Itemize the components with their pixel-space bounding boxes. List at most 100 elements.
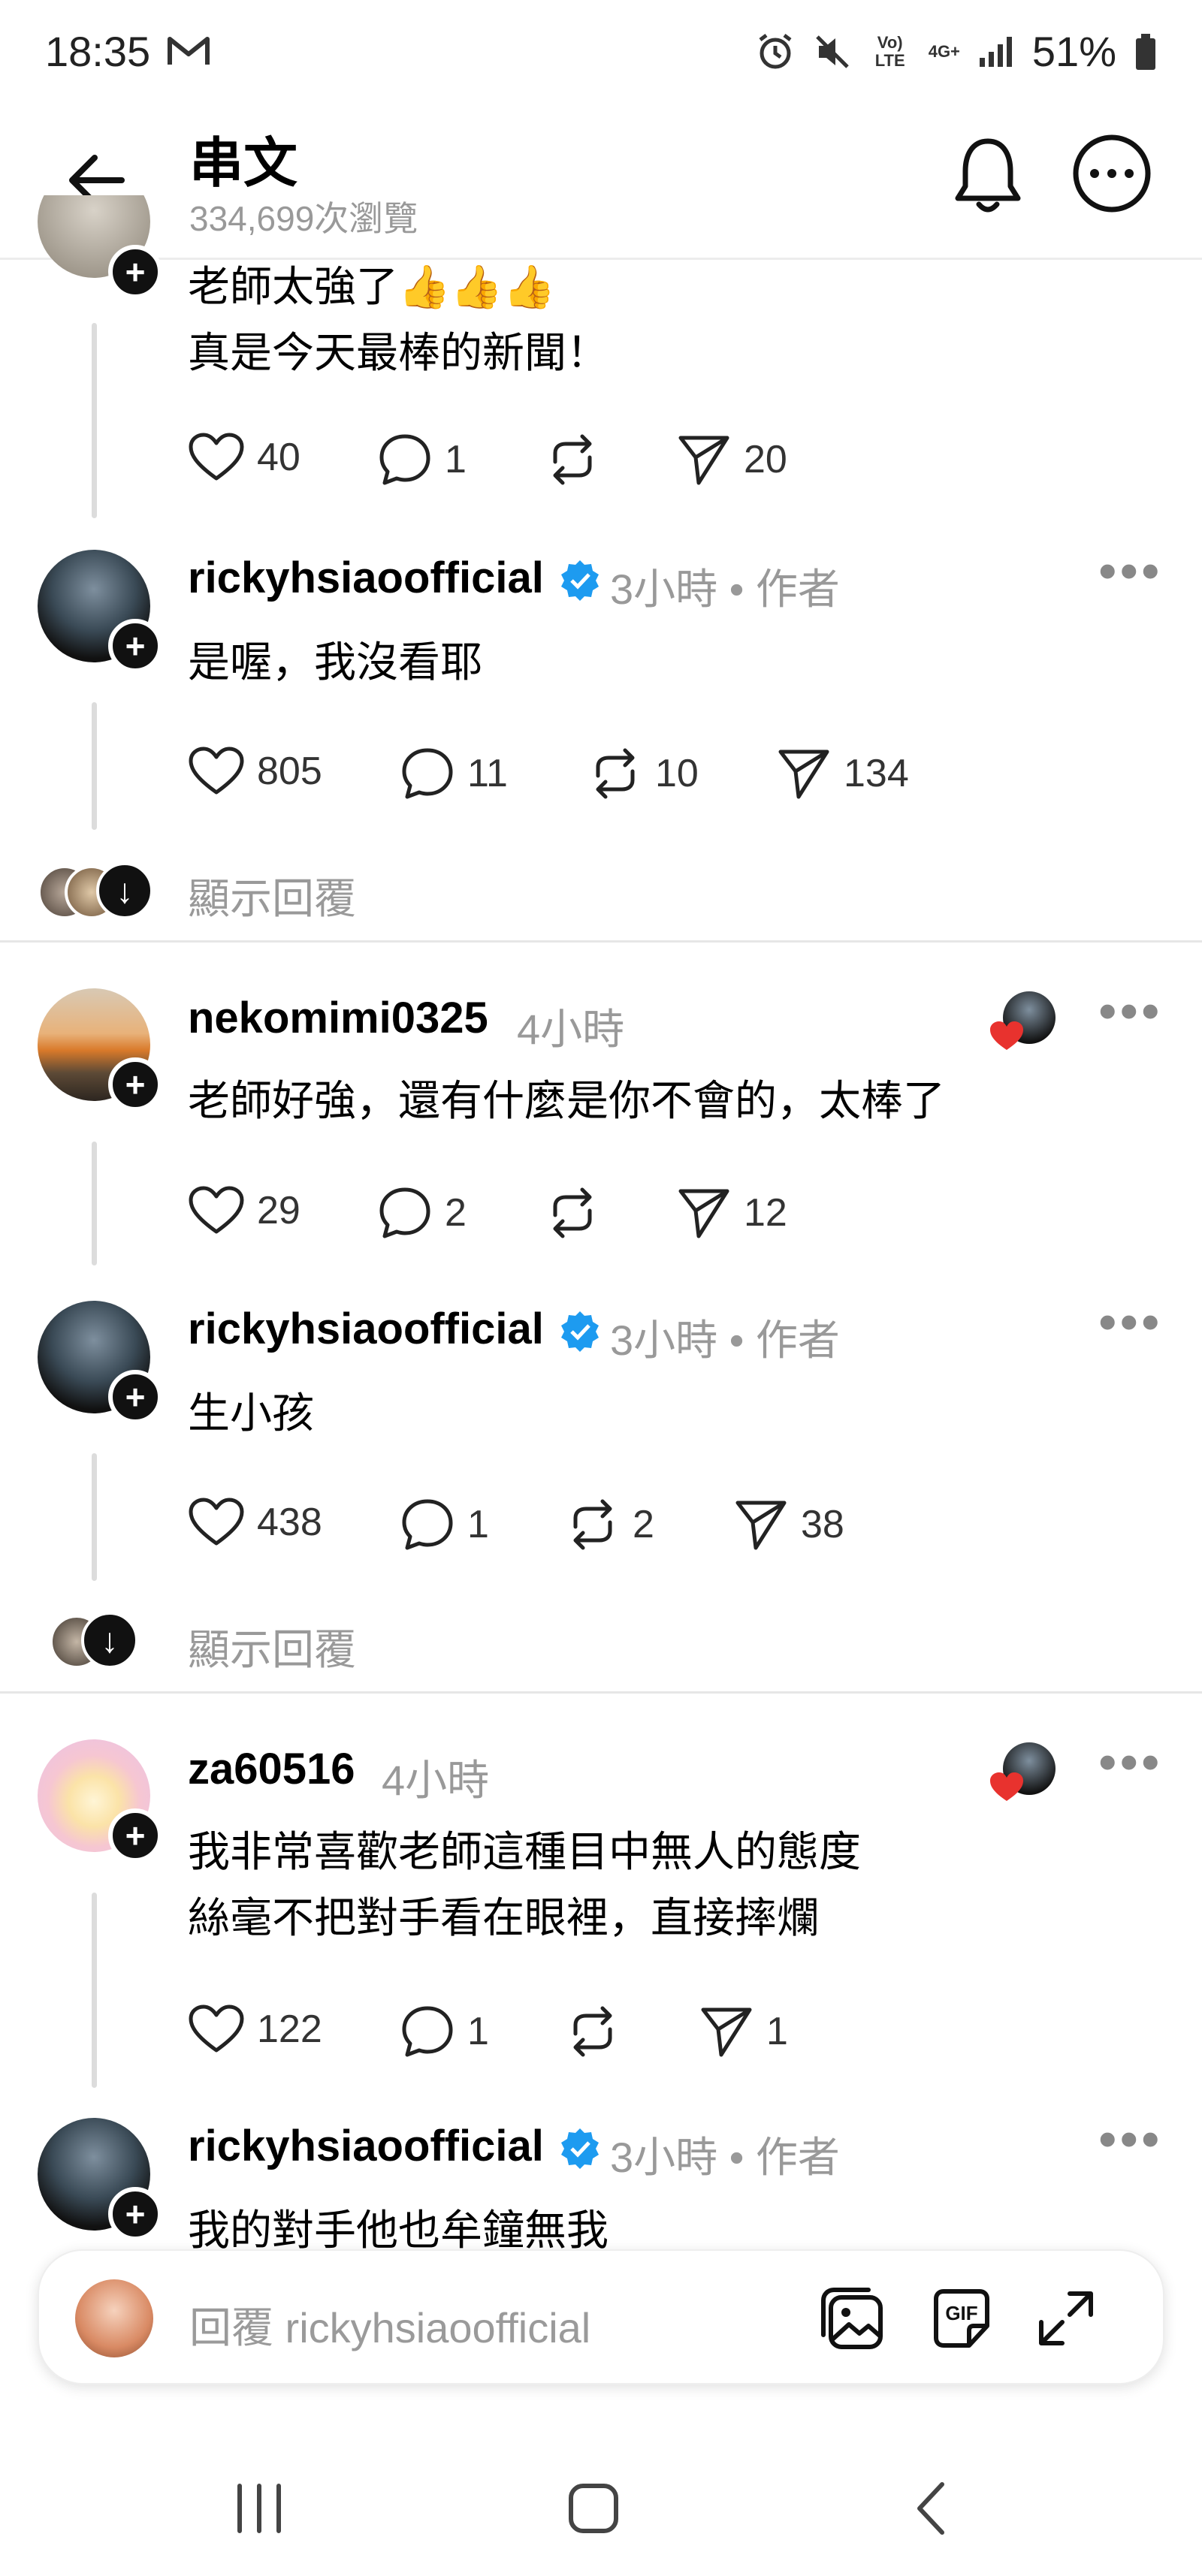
like-button[interactable]: 438 [188,1497,322,1548]
repost-button[interactable] [565,2004,621,2059]
comment-more-icon[interactable]: ••• [1098,981,1163,1041]
show-replies-link[interactable]: 顯示回覆 [188,865,356,926]
expand-down-icon: ↓ [96,862,153,919]
like-button[interactable]: 29 [188,1185,300,1236]
like-button[interactable]: 122 [188,2004,322,2055]
comment-more-icon[interactable]: ••• [1098,1292,1163,1352]
show-replies-link[interactable]: 顯示回覆 [188,1616,356,1677]
comment-separator [0,940,1202,943]
battery-percent: 51% [1031,28,1116,75]
repost-button[interactable] [545,1185,600,1241]
reply-composer[interactable]: 回覆 rickyhsiaoofficial GIF [38,2249,1164,2384]
header-divider [0,258,1202,260]
recent-apps-icon[interactable] [229,2478,289,2538]
comment-more-icon[interactable]: ••• [1098,541,1163,601]
comment-more-icon[interactable]: ••• [1098,1732,1163,1792]
reply-button[interactable]: 1 [400,1497,489,1552]
comment-text: 老師好強，還有什麼是你不會的，太棒了 [188,1077,945,1124]
reply-avatars[interactable]: ↓ [50,1612,147,1669]
follow-plus-icon[interactable]: + [108,1057,162,1112]
comment-separator [0,1691,1202,1694]
comment-more-icon[interactable]: ••• [1098,2109,1163,2169]
expand-icon[interactable] [1032,2285,1100,2352]
share-count: 12 [744,1191,787,1235]
comment-username[interactable]: rickyhsiaoofficial [188,553,544,603]
follow-plus-icon[interactable]: + [108,2187,162,2241]
comment-bubble-icon [379,1187,430,1238]
comment-username[interactable]: nekomimi0325 [188,993,488,1043]
home-icon[interactable] [563,2478,624,2538]
status-bar: 18:35 Vo) LTE 4G+ 51% [0,0,1202,105]
verified-badge-icon [561,560,599,601]
reply-button[interactable]: 1 [377,432,467,487]
reply-count: 1 [467,2010,489,2053]
share-button[interactable]: 134 [776,746,909,801]
signal-icon [979,36,1012,67]
repost-icon [553,1187,592,1238]
bell-icon[interactable] [950,132,1025,222]
share-button[interactable]: 38 [733,1497,844,1552]
heart-icon [189,747,244,795]
gif-icon[interactable]: GIF [926,2282,998,2354]
comment-bubble-icon [402,1499,453,1550]
comment-text: 是喔，我沒看耶 [188,638,482,686]
comment-time: 3小時 [610,566,718,613]
share-button[interactable]: 1 [699,2004,788,2059]
repost-icon [553,434,592,485]
send-icon [778,750,829,799]
follow-plus-icon[interactable]: + [108,1808,162,1863]
back-nav-icon[interactable] [903,2478,963,2538]
reply-button[interactable]: 1 [400,2004,489,2059]
view-count: 334,699次瀏覽 [189,199,418,238]
heart-filled-icon [990,1772,1023,1801]
follow-plus-icon[interactable]: + [108,1370,162,1424]
expand-down-icon: ↓ [81,1612,138,1669]
author-tag: • 作者 [729,2134,840,2181]
like-count: 122 [257,2007,322,2051]
like-button[interactable]: 40 [188,432,300,483]
thread-line [92,323,97,518]
reply-input[interactable]: 回覆 rickyhsiaoofficial [189,2294,590,2355]
reply-button[interactable]: 2 [377,1185,467,1241]
comment-username[interactable]: za60516 [188,1744,355,1794]
repost-icon [573,2006,612,2057]
comment-text: 絲毫不把對手看在眼裡，直接摔爛 [188,1894,819,1941]
network-type: 4G+ [928,41,960,61]
like-button[interactable]: 805 [188,746,322,797]
heart-icon [189,433,244,481]
image-gallery-icon[interactable] [816,2282,888,2354]
share-button[interactable]: 20 [676,432,787,487]
comment-text: 我非常喜歡老師這種目中無人的態度 [188,1828,861,1875]
reply-count: 2 [445,1191,467,1235]
volte-indicator: Vo) LTE [874,32,905,70]
reply-avatars[interactable]: ↓ [38,862,158,919]
comment-text: 老師太強了👍👍👍 [188,263,556,310]
svg-text:GIF: GIF [945,2302,977,2324]
reply-count: 1 [445,438,467,481]
share-button[interactable]: 12 [676,1185,787,1241]
comment-bubble-icon [402,2006,453,2057]
thread-line [92,702,97,830]
comment-time: 3小時 [610,2134,718,2181]
share-count: 134 [844,752,909,795]
comment-text: 生小孩 [188,1389,314,1437]
battery-icon [1136,33,1155,70]
repost-button[interactable] [545,432,600,487]
comment-time: 4小時 [382,1757,490,1804]
follow-plus-icon[interactable]: + [108,245,162,299]
comment-username[interactable]: rickyhsiaoofficial [188,1304,544,1354]
reply-button[interactable]: 11 [400,746,508,801]
like-count: 29 [257,1189,300,1232]
repost-button[interactable]: 10 [587,746,699,801]
like-count: 40 [257,436,300,479]
comment-username[interactable]: rickyhsiaoofficial [188,2121,544,2171]
heart-icon [189,1186,244,1234]
more-options-icon[interactable] [1071,132,1153,215]
repost-button[interactable]: 2 [565,1497,654,1552]
follow-plus-icon[interactable]: + [108,619,162,673]
author-tag: • 作者 [729,566,840,613]
verified-badge-icon [561,2128,599,2169]
reply-count: 11 [467,752,508,795]
repost-icon [596,748,635,799]
thread-line [92,1142,97,1265]
